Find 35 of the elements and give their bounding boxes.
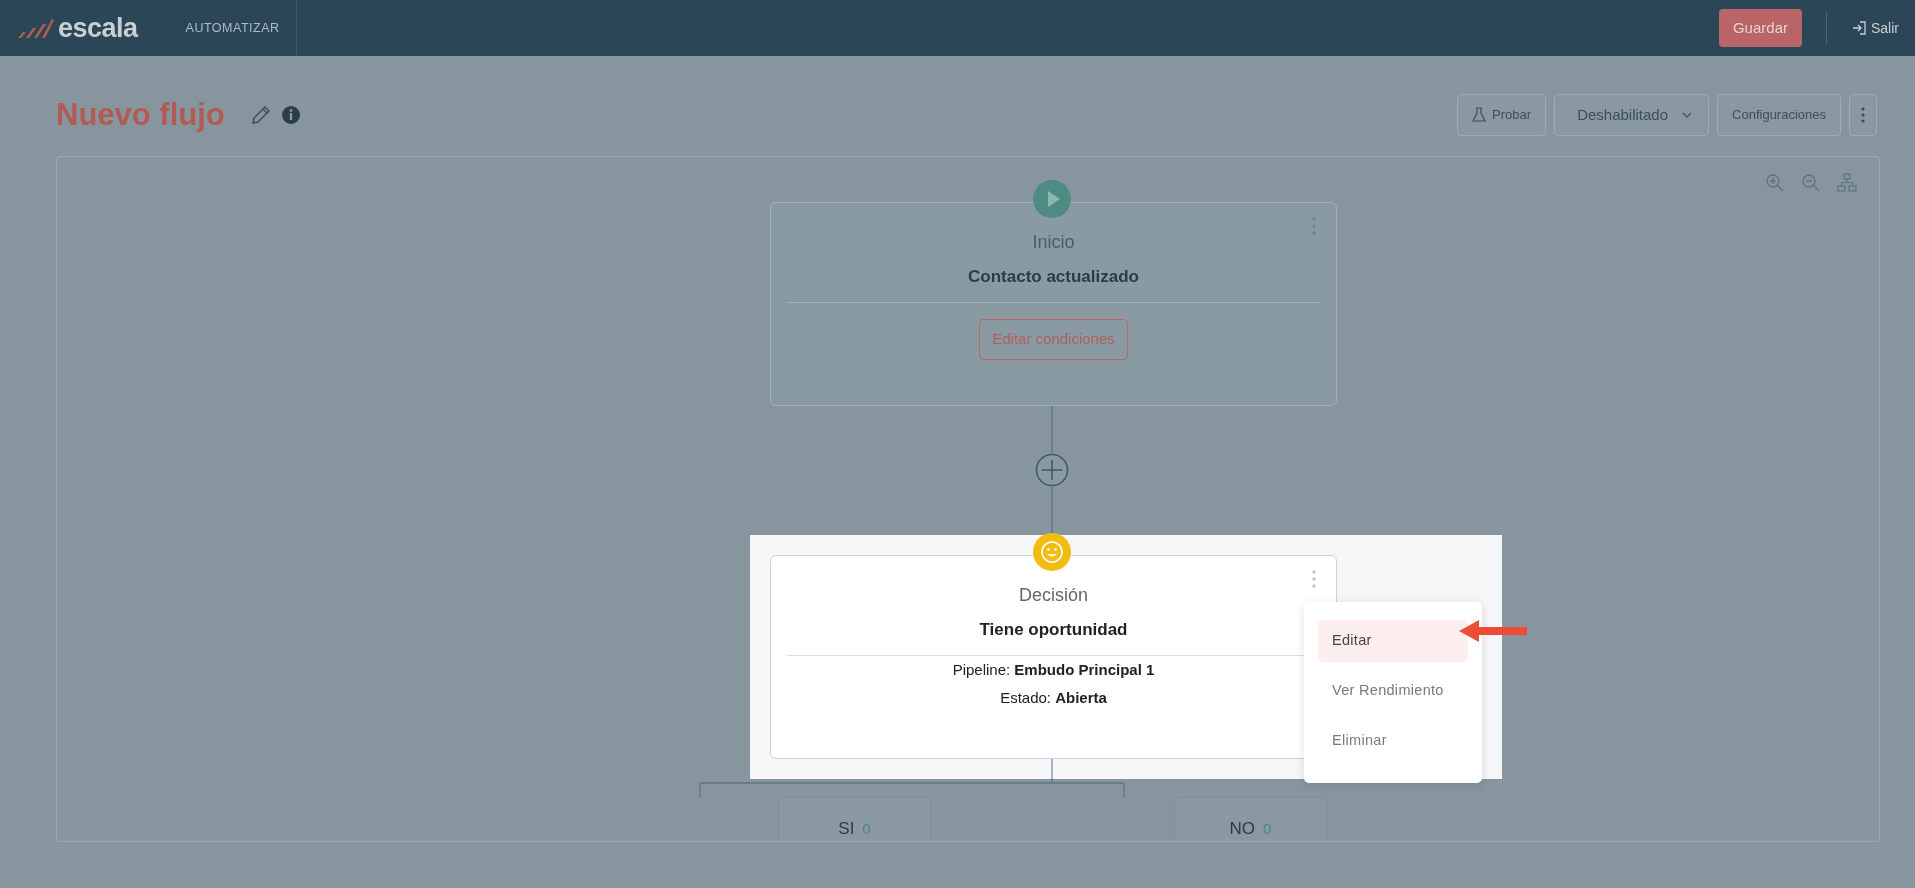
flask-icon xyxy=(1472,107,1487,123)
menu-item[interactable]: Eliminar xyxy=(1318,719,1468,762)
chevron-down-icon xyxy=(1682,112,1693,118)
zoom-out-icon[interactable] xyxy=(1801,173,1821,193)
menu-item[interactable]: Editar xyxy=(1318,620,1468,662)
logo-bars-icon xyxy=(16,16,54,40)
test-button[interactable]: Probar xyxy=(1457,94,1547,136)
zoom-in-icon[interactable] xyxy=(1765,173,1785,193)
node-title: Tiene oportunidad xyxy=(978,619,1129,641)
arrow-pointer-icon xyxy=(1459,619,1527,643)
edit-conditions-button[interactable]: Editar condiciones xyxy=(979,319,1128,360)
kebab-icon xyxy=(1861,107,1865,123)
branch-label: NO xyxy=(1229,819,1256,838)
settings-button[interactable]: Configuraciones xyxy=(1717,94,1841,136)
branch-count: 0 xyxy=(1263,820,1272,837)
field-text: Pipeline: Embudo Principal 1 xyxy=(951,660,1156,680)
status-dropdown[interactable]: Deshabilitado xyxy=(1554,94,1710,136)
node-type: Inicio xyxy=(1031,231,1076,254)
branch-label: SI xyxy=(838,819,855,838)
page-title: Nuevo flujo xyxy=(56,96,225,134)
save-button[interactable]: Guardar xyxy=(1718,8,1802,48)
section-label: AUTOMATIZAR xyxy=(185,19,280,37)
logo-text: escala xyxy=(58,11,138,45)
logout-icon xyxy=(1851,20,1867,36)
node-title: Contacto actualizado xyxy=(967,266,1140,288)
play-icon xyxy=(1033,180,1071,218)
node-type: Decisión xyxy=(1018,584,1089,607)
branch-count: 0 xyxy=(862,820,871,837)
add-step-icon[interactable] xyxy=(1035,453,1069,487)
hierarchy-icon[interactable] xyxy=(1837,173,1857,193)
kebab-icon[interactable] xyxy=(1312,570,1316,588)
more-button[interactable] xyxy=(1849,94,1877,136)
logout-link[interactable]: Salir xyxy=(1851,17,1899,39)
info-icon[interactable] xyxy=(280,105,301,125)
menu-item[interactable]: Ver Rendimiento xyxy=(1318,669,1468,712)
